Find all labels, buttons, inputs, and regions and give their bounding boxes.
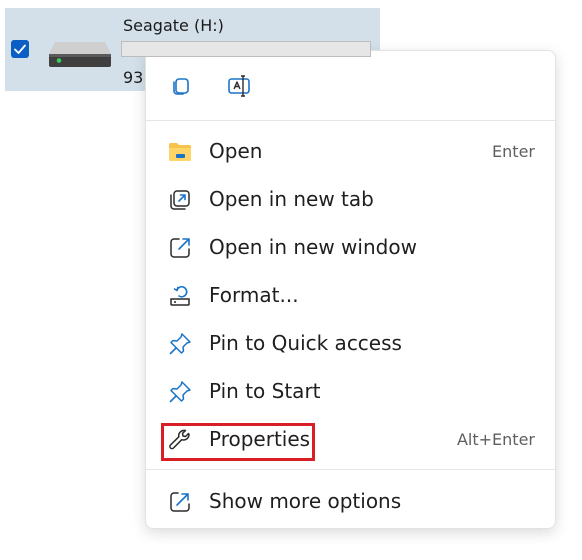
menu-item-label: Open in new window xyxy=(209,235,417,259)
new-window-icon xyxy=(168,236,192,260)
menu-item-open-in-new-window[interactable]: Open in new window xyxy=(146,224,555,272)
menu-item-label: Properties xyxy=(209,427,311,451)
pin-icon xyxy=(168,332,192,356)
menu-item-pin-to-start[interactable]: Pin to Start xyxy=(146,368,555,416)
menu-item-open-in-new-tab[interactable]: Open in new tab xyxy=(146,176,555,224)
divider xyxy=(146,469,555,470)
checkbox-icon[interactable] xyxy=(11,40,29,58)
drive-name: Seagate (H:) xyxy=(123,16,224,35)
drive-size-text: 93 xyxy=(123,68,144,87)
menu-item-format[interactable]: Format... xyxy=(146,272,555,320)
copy-button[interactable] xyxy=(166,73,196,103)
menu-item-open[interactable]: Open Enter xyxy=(146,128,555,176)
show-more-icon xyxy=(168,490,192,514)
divider xyxy=(146,120,555,121)
hard-drive-icon xyxy=(47,40,113,68)
menu-item-show-more-options[interactable]: Show more options xyxy=(146,478,555,526)
new-tab-icon xyxy=(168,188,192,212)
menu-item-shortcut: Enter xyxy=(492,142,535,161)
menu-item-pin-to-quick-access[interactable]: Pin to Quick access xyxy=(146,320,555,368)
screen: Seagate (H:) 93 Open Enter Open in new t… xyxy=(0,0,582,560)
menu-item-label: Pin to Quick access xyxy=(209,331,402,355)
context-menu-toolbar xyxy=(146,51,555,121)
wrench-icon xyxy=(168,428,192,452)
folder-icon xyxy=(168,140,192,164)
pin-icon xyxy=(168,380,192,404)
rename-icon xyxy=(226,73,252,103)
menu-item-label: Pin to Start xyxy=(209,379,321,403)
menu-item-label: Open xyxy=(209,139,263,163)
rename-button[interactable] xyxy=(224,73,254,103)
menu-item-label: Open in new tab xyxy=(209,187,374,211)
format-icon xyxy=(168,284,192,308)
menu-item-shortcut: Alt+Enter xyxy=(456,430,535,449)
menu-item-label: Format... xyxy=(209,283,299,307)
drive-usage-bar xyxy=(121,41,371,57)
context-menu: Open Enter Open in new tab Open in new w… xyxy=(145,50,556,529)
menu-item-properties[interactable]: Properties Alt+Enter xyxy=(146,416,555,464)
menu-item-label: Show more options xyxy=(209,489,402,513)
copy-icon xyxy=(169,74,193,102)
